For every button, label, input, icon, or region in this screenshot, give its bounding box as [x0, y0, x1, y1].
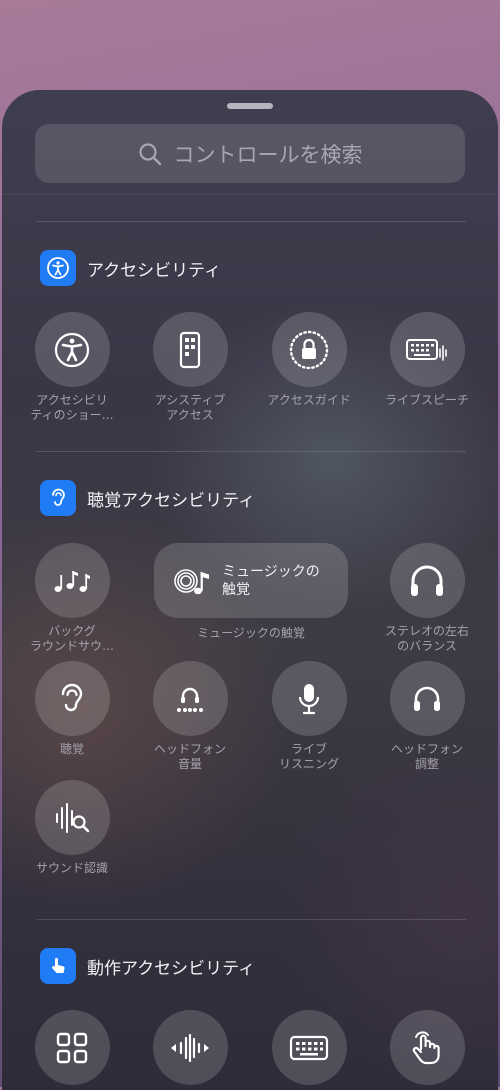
control-label: ヘッドフォン 音量 [153, 742, 226, 771]
headphones-adjust-icon [389, 661, 465, 736]
control-assistive-access[interactable]: アシスティブ アクセス [131, 312, 249, 423]
search-field[interactable]: コントロールを検索 [35, 124, 465, 183]
control-grid[interactable] [13, 1010, 131, 1085]
ear-icon [34, 661, 110, 736]
control-guided-access[interactable]: アクセスガイド [250, 312, 368, 408]
control-live-listen[interactable]: ライブ リスニング [250, 661, 368, 772]
divider [36, 451, 466, 452]
control-label: ヘッドフォン 調整 [390, 742, 463, 771]
sound-recognition-icon [34, 780, 110, 855]
control-label: アシスティブ アクセス [154, 393, 226, 422]
control-label: ライブ リスニング [278, 742, 339, 771]
section-title: 動作アクセシビリティ [87, 958, 256, 979]
control-waveform[interactable] [131, 1010, 249, 1085]
grid-icon [34, 1010, 110, 1085]
control-keyboard[interactable] [250, 1010, 368, 1085]
control-label: ライブスピーチ [384, 393, 469, 407]
control-headphone-accommodations[interactable]: ヘッドフォン 調整 [368, 661, 486, 772]
waveform-arrows-icon [152, 1010, 228, 1085]
sheet-grabber[interactable] [227, 103, 273, 109]
hand-tap-icon [389, 1010, 465, 1085]
control-headphone-level[interactable]: ヘッドフォン 音量 [131, 661, 249, 772]
control-accessibility-shortcut[interactable]: アクセシビリ ティのショー… [13, 312, 131, 423]
control-hand-tap[interactable] [368, 1010, 486, 1085]
control-sound-recognition[interactable]: サウンド認識 [13, 780, 131, 876]
keyboard-waveform-icon [389, 312, 465, 387]
accessibility-person-icon [34, 312, 110, 387]
divider [2, 194, 498, 195]
control-title: ミュージックの 触覚 [222, 563, 320, 598]
ear-icon [40, 480, 76, 516]
headphone-level-icon [152, 661, 228, 736]
control-label: 聴覚 [59, 742, 84, 756]
section-header-accessibility: アクセシビリティ [40, 250, 221, 286]
section-title: 聴覚アクセシビリティ [87, 490, 256, 511]
keyboard-icon [271, 1010, 347, 1085]
accessibility-icon [40, 250, 76, 286]
divider [36, 919, 466, 920]
assistive-access-phone-icon [152, 312, 228, 387]
control-label: サウンド認識 [35, 861, 108, 875]
control-label: ステレオの左右 のバランス [384, 624, 469, 653]
microphone-icon [271, 661, 347, 736]
music-haptics-icon [174, 568, 209, 594]
headphones-icon [389, 543, 465, 618]
control-label: アクセスガイド [267, 393, 351, 407]
music-notes-icon [34, 543, 110, 618]
control-label: バックグ ラウンドサウ… [29, 624, 114, 653]
section-title: アクセシビリティ [87, 260, 222, 281]
control-label: アクセシビリ ティのショー… [30, 393, 114, 422]
section-header-motor: 動作アクセシビリティ [40, 948, 255, 984]
section-header-hearing: 聴覚アクセシビリティ [40, 480, 255, 516]
control-label: ミュージックの触覚 [197, 626, 305, 640]
control-background-sounds[interactable]: バックグ ラウンドサウ… [13, 543, 131, 654]
control-live-speech[interactable]: ライブスピーチ [368, 312, 486, 408]
control-hearing[interactable]: 聴覚 [13, 661, 131, 757]
control-music-haptics[interactable]: ミュージックの 触覚 [154, 543, 348, 618]
control-stereo-balance[interactable]: ステレオの左右 のバランス [368, 543, 486, 654]
divider [36, 221, 466, 222]
hand-pointer-icon [40, 948, 76, 984]
controls-sheet: コントロールを検索 アクセシビリティ アクセシビリ ティのショー… アシスティブ… [2, 90, 498, 1090]
guided-access-lock-icon [271, 312, 347, 387]
search-placeholder: コントロールを検索 [173, 142, 363, 167]
search-icon [138, 142, 161, 165]
